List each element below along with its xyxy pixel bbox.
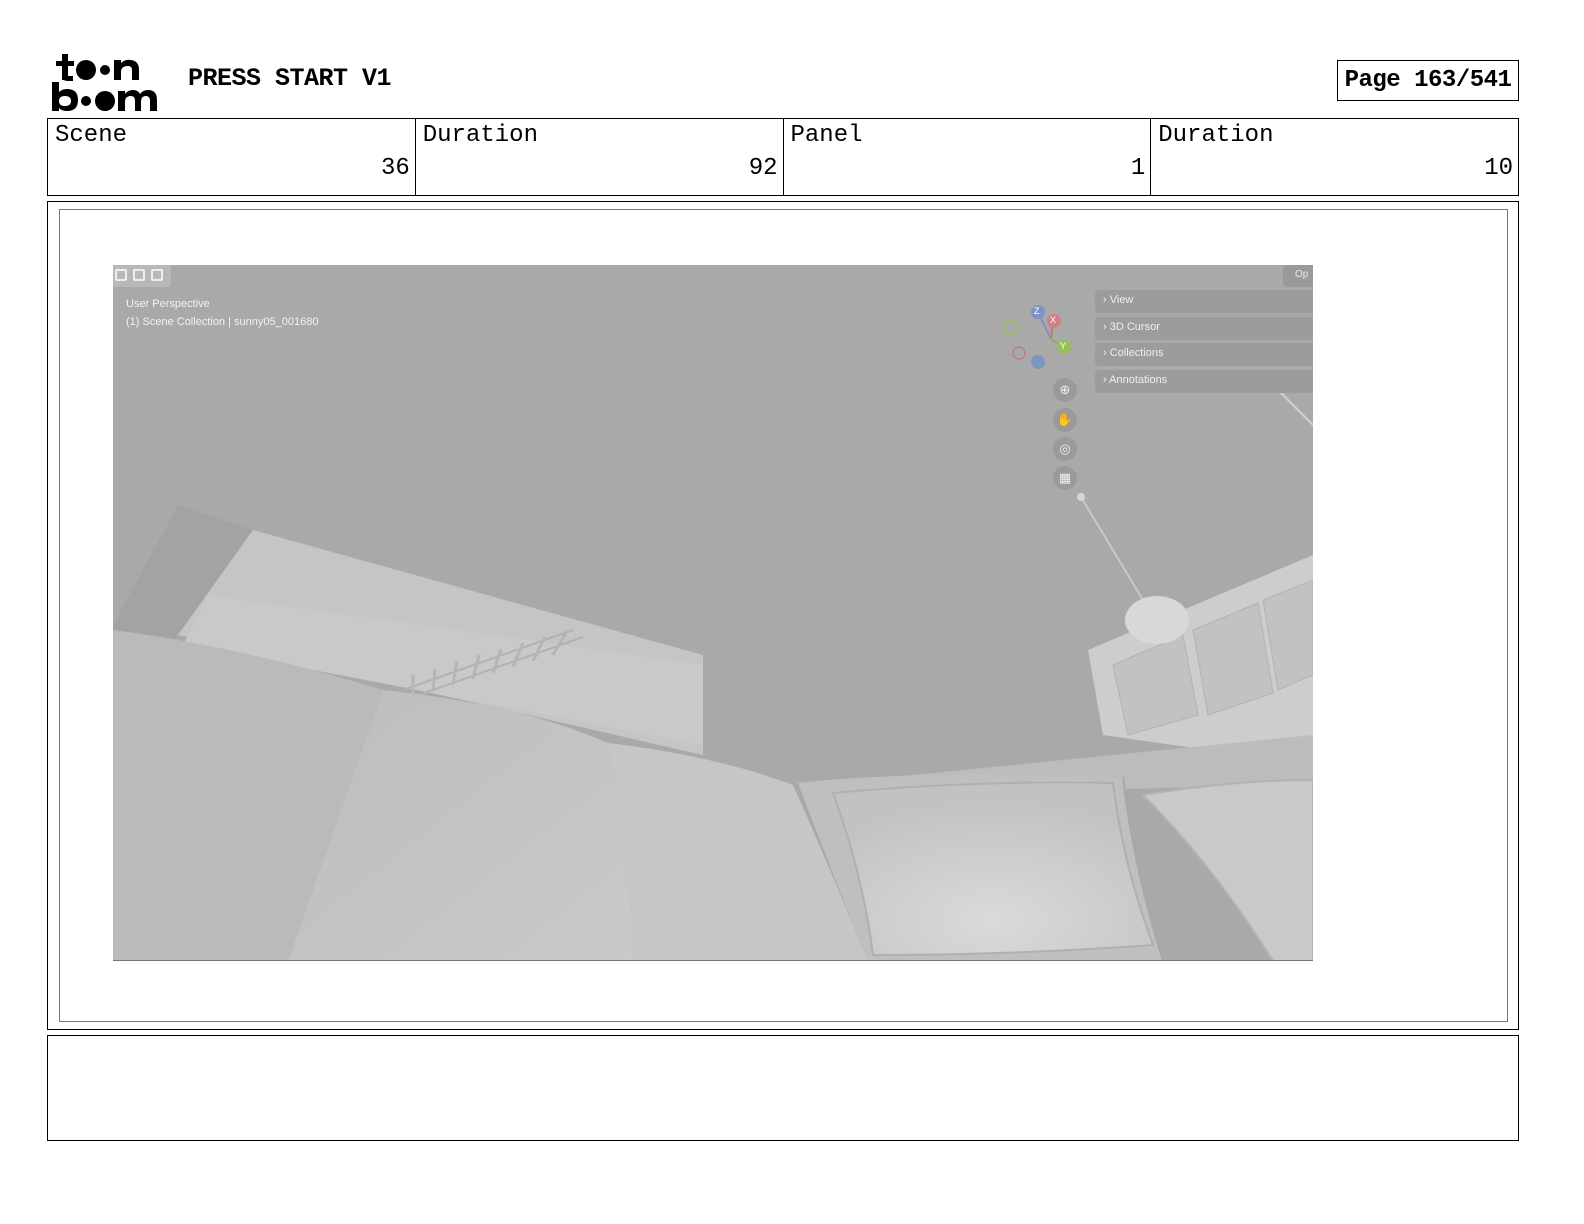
project-title: PRESS START V1 bbox=[188, 64, 392, 93]
zoom-icon[interactable]: ⊕ bbox=[1053, 378, 1077, 402]
panel-duration-cell: Duration 10 bbox=[1151, 119, 1518, 195]
scene-duration-value: 92 bbox=[748, 155, 778, 182]
options-button[interactable]: Op bbox=[1283, 265, 1313, 287]
panel-label: Panel bbox=[790, 122, 863, 149]
gizmo-y-label: Y bbox=[1060, 341, 1067, 351]
viewport-toolbar[interactable] bbox=[113, 265, 171, 287]
sidebar-panel-view[interactable]: › View bbox=[1095, 290, 1313, 313]
gizmo-z-label: Z bbox=[1034, 306, 1040, 316]
sidebar-panel-3d-cursor[interactable]: › 3D Cursor bbox=[1095, 317, 1313, 340]
sidebar-panel-collections[interactable]: › Collections bbox=[1095, 343, 1313, 366]
scene-duration-label: Duration bbox=[422, 122, 538, 149]
scene-label: Scene bbox=[55, 122, 128, 149]
sidebar-panel-annotations[interactable]: › Annotations bbox=[1095, 370, 1313, 393]
select-mode-icon[interactable] bbox=[115, 269, 127, 281]
page-number: Page 163/541 bbox=[1337, 60, 1519, 101]
panel-value: 1 bbox=[1130, 155, 1146, 182]
grid-perspective-icon[interactable]: ▦ bbox=[1053, 466, 1077, 490]
box-select-icon[interactable] bbox=[133, 269, 145, 281]
scene-info-table: Scene 36 Duration 92 Panel 1 Duration 10 bbox=[47, 118, 1519, 196]
lasso-select-icon[interactable] bbox=[151, 269, 163, 281]
viewport-collection-label: (1) Scene Collection | sunny05_001680 bbox=[126, 316, 319, 328]
viewport-perspective-label: User Perspective bbox=[126, 298, 210, 310]
panel-duration-value: 10 bbox=[1484, 155, 1513, 182]
scene-value: 36 bbox=[380, 155, 410, 182]
camera-icon[interactable]: ◎ bbox=[1053, 437, 1077, 461]
panel-cell: Panel 1 bbox=[784, 119, 1152, 195]
scene-cell: Scene 36 bbox=[48, 119, 416, 195]
panel-image-viewport: Op User Perspective (1) Scene Collection… bbox=[113, 265, 1313, 961]
gizmo-x-label: X bbox=[1050, 315, 1057, 325]
hand-pan-icon[interactable]: ✋ bbox=[1053, 408, 1077, 432]
panel-duration-label: Duration bbox=[1158, 122, 1274, 149]
scene-duration-cell: Duration 92 bbox=[416, 119, 784, 195]
panel-notes-box[interactable] bbox=[47, 1035, 1519, 1141]
toonboom-logo bbox=[52, 54, 157, 111]
